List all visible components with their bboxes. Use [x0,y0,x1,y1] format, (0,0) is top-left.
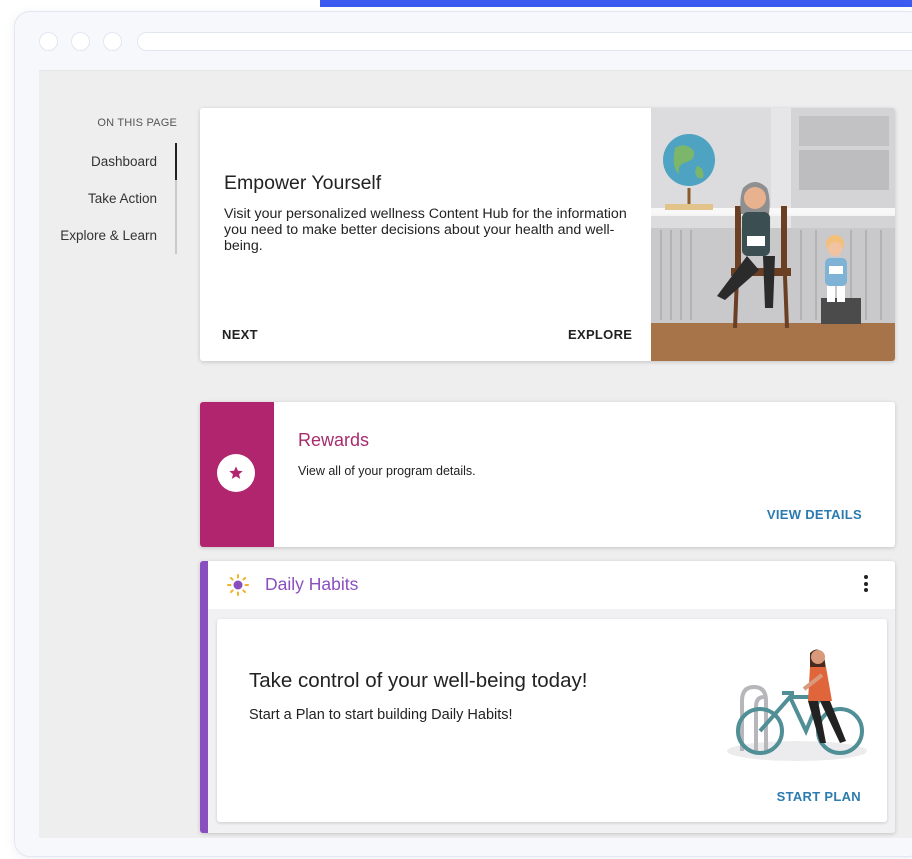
daily-habits-headline: Take control of your well-being today! [249,669,588,692]
daily-habits-content: Take control of your well-being today! S… [217,619,887,822]
rewards-card[interactable]: Rewards View all of your program details… [200,402,895,547]
rewards-accent-band [200,402,274,547]
bicycle-illustration [727,649,867,761]
rewards-description: View all of your program details. [298,464,476,478]
nav-item-dashboard[interactable]: Dashboard [39,143,177,180]
window-dot-minimize[interactable] [71,32,90,51]
top-accent-bar [320,0,912,7]
browser-window: ON THIS PAGE Dashboard Take Action Explo… [14,11,912,857]
more-options-icon[interactable] [861,575,871,595]
rewards-title: Rewards [298,430,370,450]
empower-yourself-card: Empower Yourself Visit your personalized… [200,108,895,361]
daily-habits-accent-bar [200,561,208,833]
window-dot-close[interactable] [39,32,58,51]
hero-title: Empower Yourself [224,172,382,194]
browser-chrome [15,12,912,70]
library-illustration [651,108,895,361]
hero-description: Visit your personalized wellness Content… [224,206,627,254]
daily-habits-header: Daily Habits [208,561,895,609]
on-this-page-nav: Dashboard Take Action Explore & Learn [39,143,177,254]
start-plan-link[interactable]: START PLAN [777,789,861,804]
page-viewport: ON THIS PAGE Dashboard Take Action Explo… [39,70,912,838]
daily-habits-title: Daily Habits [265,574,359,594]
view-details-link[interactable]: VIEW DETAILS [767,507,862,522]
on-this-page-label: ON THIS PAGE [97,117,177,129]
daily-habits-card: Daily Habits Take control of your well-b… [200,561,895,833]
window-dot-maximize[interactable] [103,32,122,51]
star-icon [217,454,255,492]
nav-item-take-action[interactable]: Take Action [39,180,177,217]
sun-icon [227,574,249,596]
daily-habits-subtext: Start a Plan to start building Daily Hab… [249,707,513,723]
next-button[interactable]: NEXT [222,327,258,342]
address-bar[interactable] [137,32,912,51]
explore-button[interactable]: EXPLORE [568,327,632,342]
nav-item-explore-learn[interactable]: Explore & Learn [39,217,177,254]
